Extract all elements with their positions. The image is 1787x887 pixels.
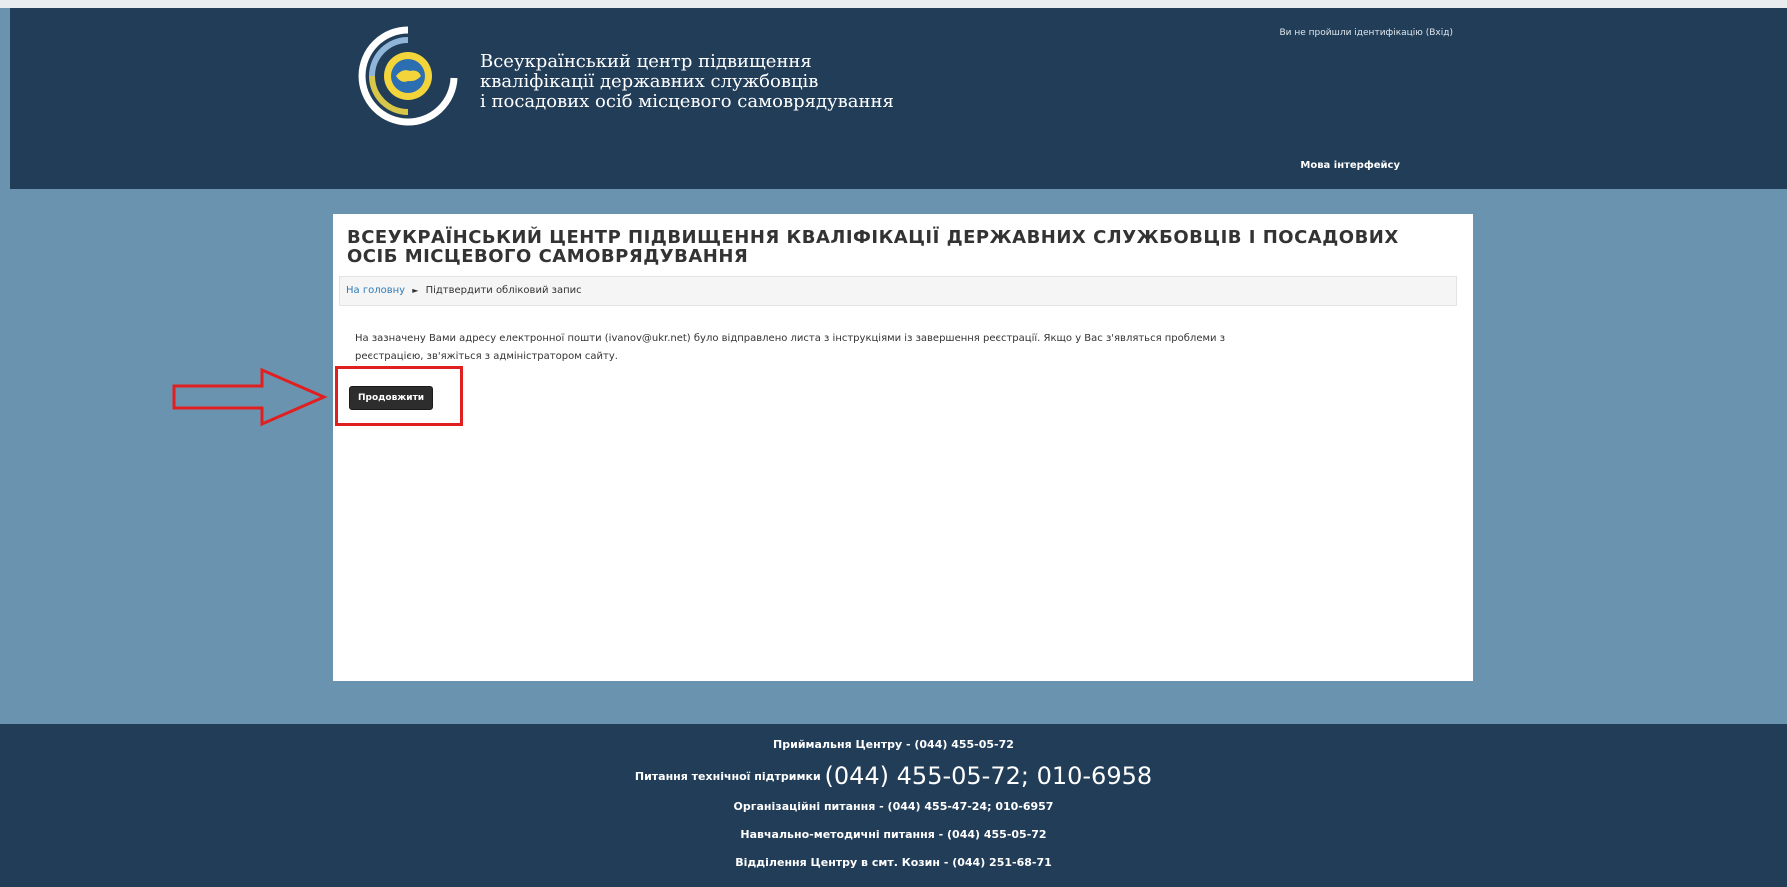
footer-organizational: Організаційні питання - (044) 455-47-24;… (733, 800, 1054, 813)
confirmation-message: На зазначену Вами адресу електронної пош… (355, 330, 1445, 366)
breadcrumb-current: Підтвердити обліковий запис (425, 285, 582, 296)
login-link[interactable]: Ви не пройшли ідентифікацію (Вхід) (1153, 28, 1453, 38)
site-header: Всеукраїнський центр підвищення кваліфік… (10, 8, 1787, 189)
footer-support-phones: (044) 455-05-72; 010-6958 (824, 762, 1153, 790)
footer-educational: Навчально-методичні питання - (044) 455-… (740, 828, 1047, 841)
highlight-box (335, 366, 463, 426)
footer-branch: Відділення Центру в смт. Козин - (044) 2… (735, 856, 1052, 869)
org-name: Всеукраїнський центр підвищення кваліфік… (480, 52, 920, 112)
language-menu[interactable]: Мова інтерфейсу (1170, 160, 1400, 171)
org-name-line-1: Всеукраїнський центр підвищення (480, 51, 812, 72)
main-content: ВСЕУКРАЇНСЬКИЙ ЦЕНТР ПІДВИЩЕННЯ КВАЛІФІК… (333, 214, 1473, 681)
breadcrumb: На головну ► Підтвердити обліковий запис (339, 276, 1457, 306)
org-name-line-3: і посадових осіб місцевого самоврядуванн… (480, 91, 894, 112)
breadcrumb-home-link[interactable]: На головну (346, 285, 405, 296)
footer-support: Питання технічної підтримки (044) 455-05… (0, 762, 1787, 790)
site-footer: Приймальня Центру - (044) 455-05-72 Пита… (0, 724, 1787, 887)
right-arrow-icon (172, 367, 328, 427)
message-line-1: На зазначену Вами адресу електронної пош… (355, 333, 1226, 344)
page-title: ВСЕУКРАЇНСЬКИЙ ЦЕНТР ПІДВИЩЕННЯ КВАЛІФІК… (347, 227, 1399, 267)
message-line-2: реєстрацією, зв'яжіться з адміністраторо… (355, 351, 618, 362)
breadcrumb-separator-icon: ► (412, 286, 419, 295)
org-name-line-2: кваліфікації державних службовців (480, 71, 819, 92)
footer-support-label: Питання технічної підтримки (634, 770, 821, 783)
org-emblem-icon[interactable] (358, 26, 458, 126)
top-strip (0, 0, 1787, 8)
footer-reception: Приймальня Центру - (044) 455-05-72 (773, 738, 1014, 751)
